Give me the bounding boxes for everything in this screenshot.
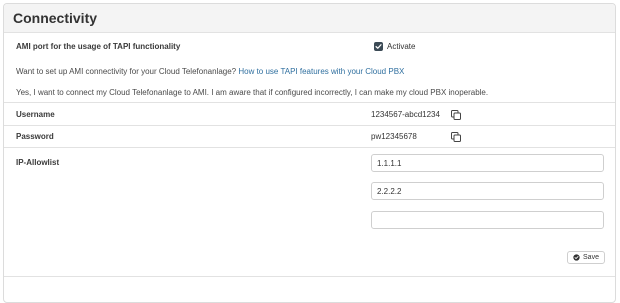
connectivity-card: Connectivity AMI port for the usage of T… — [3, 3, 616, 303]
ip-allowlist-input-2[interactable] — [371, 182, 604, 200]
check-circle-icon — [573, 254, 580, 261]
setup-prompt: Want to set up AMI connectivity for your… — [16, 67, 404, 77]
save-label: Save — [583, 254, 599, 261]
activate-checkbox[interactable] — [374, 42, 383, 51]
check-icon — [375, 44, 382, 49]
copy-password-button[interactable] — [450, 131, 462, 143]
password-value: pw12345678 — [371, 132, 417, 141]
tapi-help-link[interactable]: How to use TAPI features with your Cloud… — [238, 67, 404, 76]
activate-label[interactable]: Activate — [387, 42, 415, 52]
ip-allowlist-input-1[interactable] — [371, 154, 604, 172]
password-label: Password — [16, 132, 54, 141]
username-value: 1234567-abcd1234 — [371, 110, 440, 119]
ip-allowlist-label: IP-Allowlist — [16, 158, 60, 167]
divider — [4, 147, 615, 148]
ami-port-label: AMI port for the usage of TAPI functiona… — [16, 42, 181, 51]
divider — [4, 276, 615, 277]
copy-icon — [451, 132, 461, 142]
username-label: Username — [16, 110, 55, 119]
consent-text: Yes, I want to connect my Cloud Telefona… — [16, 88, 489, 97]
save-button[interactable]: Save — [567, 251, 605, 264]
divider — [4, 102, 615, 103]
copy-icon — [451, 110, 461, 120]
ip-allowlist-input-3[interactable] — [371, 211, 604, 229]
setup-prompt-text: Want to set up AMI connectivity for your… — [16, 67, 237, 76]
card-title: Connectivity — [13, 10, 98, 26]
copy-username-button[interactable] — [450, 109, 462, 121]
card-header: Connectivity — [4, 4, 615, 33]
divider — [4, 125, 615, 126]
